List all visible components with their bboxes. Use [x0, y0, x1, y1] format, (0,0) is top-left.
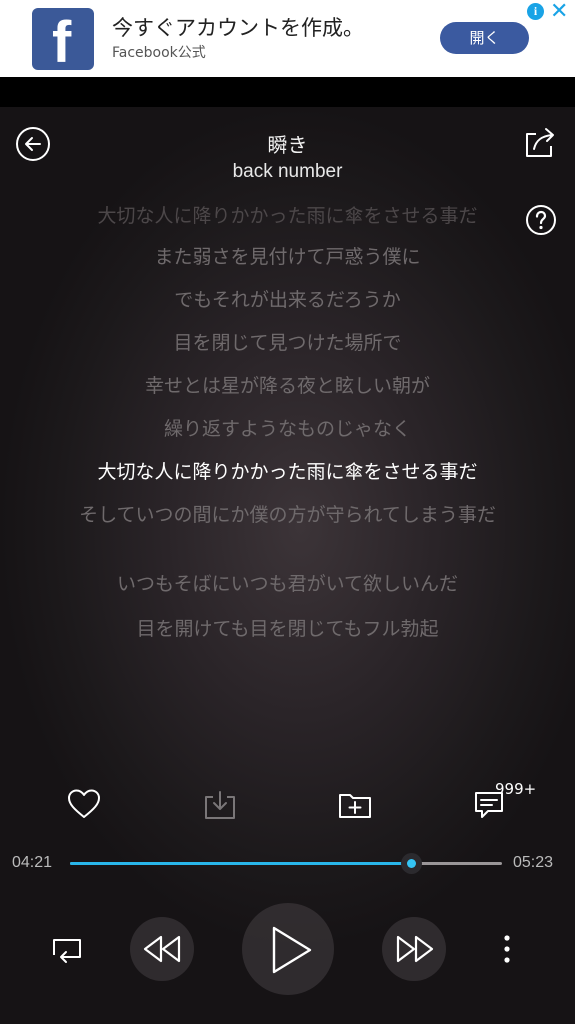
lyric-line[interactable]: 目を閉じて見つけた場所で	[40, 330, 535, 356]
add-to-folder-icon[interactable]	[338, 789, 372, 825]
lyric-line[interactable]: そしていつの間にか僕の方が守られてしまう事だ	[40, 502, 535, 528]
lyric-line[interactable]: 幸せとは星が降る夜と眩しい朝が	[40, 373, 535, 399]
repeat-icon[interactable]	[50, 935, 84, 969]
download-icon[interactable]	[203, 789, 237, 825]
comment-count-badge: 999+	[495, 780, 537, 798]
ad-info-icon[interactable]: i	[527, 3, 544, 20]
ad-close-icon[interactable]: ✕	[550, 0, 568, 24]
share-icon[interactable]	[522, 124, 558, 160]
song-title: 瞬き	[267, 133, 308, 157]
lyric-line[interactable]: 目を開けても目を閉じてもフル勃起	[40, 616, 535, 642]
lyric-line-current[interactable]: 大切な人に降りかかった雨に傘をさせる事だ	[40, 459, 535, 485]
play-icon[interactable]	[270, 925, 314, 979]
ad-title: 今すぐアカウントを作成。	[112, 16, 364, 40]
lyric-line[interactable]: また弱さを見付けて戸惑う僕に	[40, 244, 535, 270]
lyric-line[interactable]: 繰り返すようなものじゃなく	[40, 416, 535, 442]
lyric-line[interactable]: でもそれが出来るだろうか	[40, 287, 535, 313]
artist-name: back number	[232, 161, 343, 182]
heart-icon[interactable]	[67, 788, 101, 824]
ad-banner[interactable]: f 今すぐアカウントを作成。 Facebook公式 開く i ✕	[0, 0, 575, 77]
rewind-icon[interactable]	[142, 933, 182, 969]
lyric-line[interactable]: いつもそばにいつも君がいて欲しいんだ	[40, 571, 535, 597]
elapsed-time: 04:21	[12, 854, 53, 871]
fast-forward-icon[interactable]	[395, 933, 435, 969]
facebook-logo-letter: f	[52, 10, 72, 75]
more-vertical-icon[interactable]	[500, 934, 514, 968]
total-time: 05:23	[513, 854, 554, 871]
ad-open-button[interactable]: 開く	[440, 22, 529, 54]
progress-slider[interactable]	[70, 853, 502, 874]
progress-fill	[70, 862, 412, 865]
lyric-line[interactable]: 大切な人に降りかかった雨に傘をさせる事だ	[40, 203, 535, 229]
ad-subtitle: Facebook公式	[112, 45, 206, 61]
status-strip	[0, 77, 575, 107]
facebook-logo-icon: f	[32, 8, 94, 75]
